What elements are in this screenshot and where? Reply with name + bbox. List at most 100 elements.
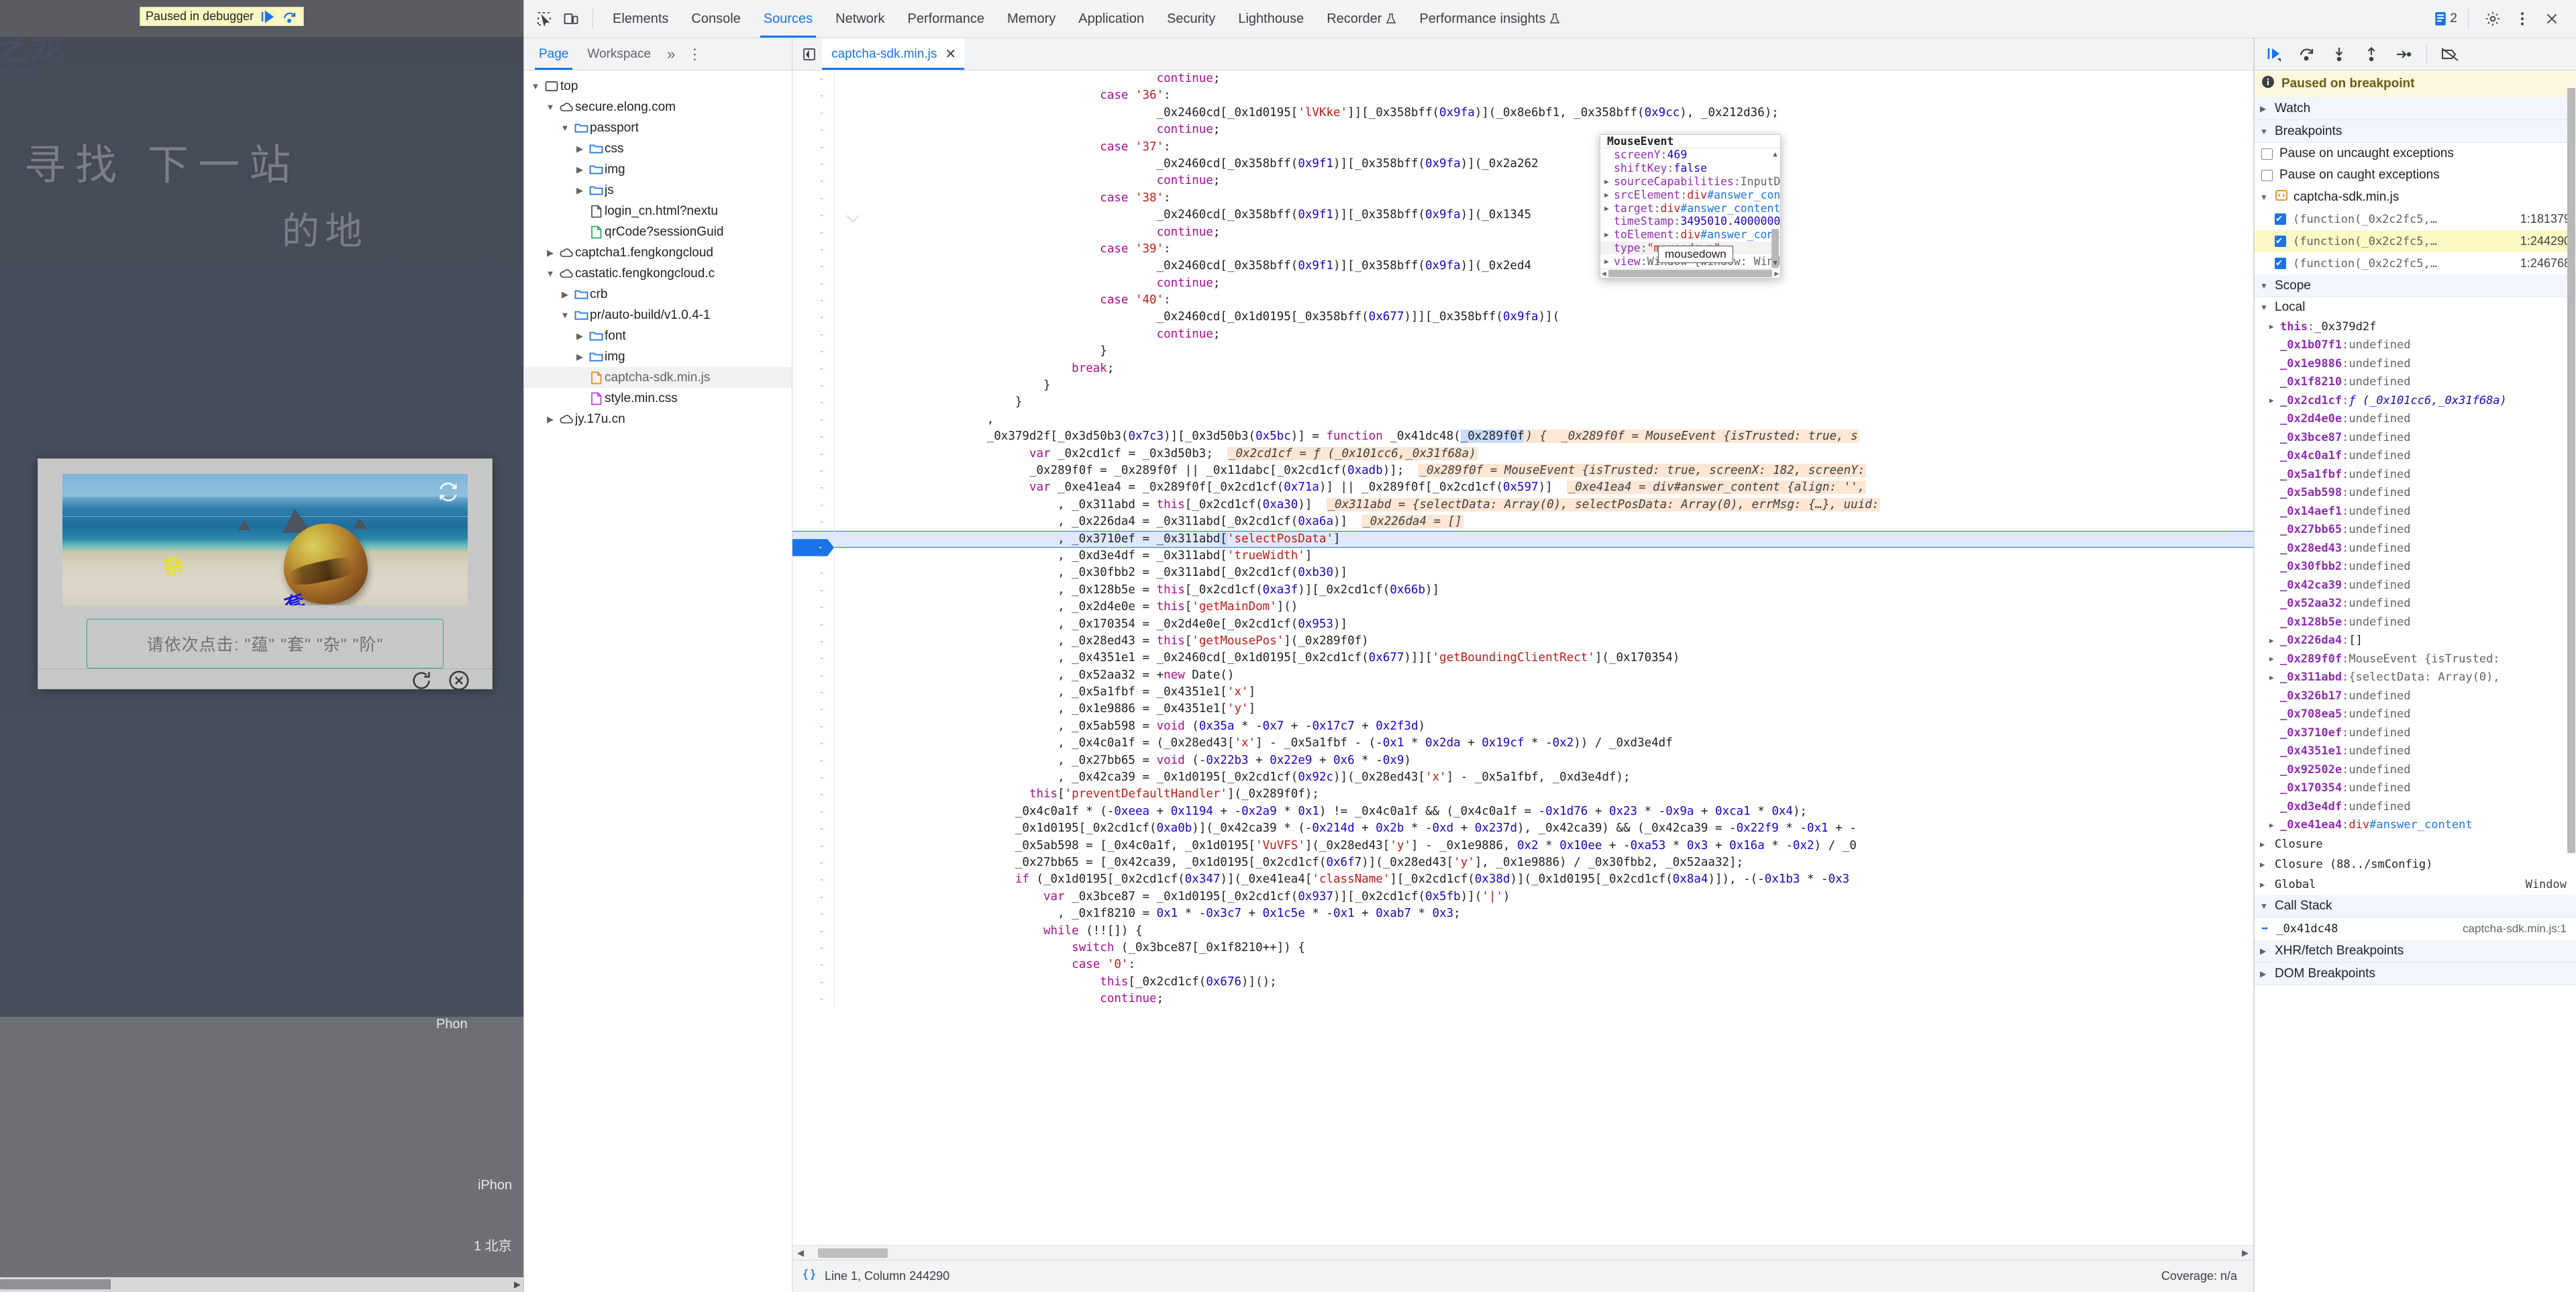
deactivate-breakpoints-icon[interactable] (2435, 41, 2465, 68)
code-line-text[interactable]: , _0xd3e4df = _0x311abd['trueWidth'] (834, 547, 2253, 565)
breakpoint-row[interactable]: (function(_0x2c2fc5,… 1:244290 (2255, 230, 2576, 252)
debugger-vertical-scrollbar[interactable] (2567, 88, 2575, 853)
code-line-text[interactable]: , _0x5ab598 = void (0x35a * -0x7 + -0x17… (834, 717, 2253, 736)
line-gutter[interactable]: - (792, 139, 834, 156)
chevron-right-icon[interactable]: ▶ (2260, 880, 2269, 889)
line-gutter[interactable]: - (792, 650, 834, 666)
line-gutter[interactable]: - (792, 701, 834, 717)
chevron-right-icon[interactable]: ▶ (558, 289, 572, 300)
expand-arrow-icon[interactable]: ▶ (2269, 821, 2280, 830)
code-line[interactable]: - _0x27bb65 = [_0x42ca39, _0x1d0195[_0x2… (792, 854, 2253, 872)
code-line-text[interactable]: , _0x4c0a1f = (_0x28ed43['x'] - _0x5a1fb… (834, 735, 2253, 752)
step-over-icon[interactable] (2292, 41, 2322, 68)
code-line[interactable]: - switch (_0x3bce87[_0x1f8210++]) { (792, 939, 2253, 957)
tree-item-secure-elong-com[interactable]: ▼ secure.elong.com (524, 97, 792, 117)
step-icon[interactable] (2389, 41, 2418, 68)
popover-vertical-scrollbar[interactable]: ▲ ▼ (1771, 150, 1779, 268)
line-gutter[interactable]: - (792, 803, 834, 820)
checkbox[interactable] (2275, 234, 2286, 247)
code-line[interactable]: - case '36': (792, 87, 2253, 105)
expand-arrow-icon[interactable]: ▶ (1604, 230, 1614, 239)
code-line[interactable]: - this['preventDefaultHandler'](_0x289f0… (792, 786, 2253, 803)
captcha-character[interactable]: 杂 (162, 553, 187, 580)
expand-arrow-icon[interactable]: ▶ (2269, 636, 2280, 645)
popover-property-row[interactable]: ▶srcElement: div#answer_content (1600, 188, 1780, 201)
tab-performance-insights[interactable]: Performance insights (1408, 0, 1572, 38)
expand-arrow-icon[interactable]: ▶ (1604, 177, 1614, 186)
scope-variable-row[interactable]: _0x42ca39: undefined (2255, 576, 2576, 595)
scope-variable-row[interactable]: _0xd3e4df: undefined (2255, 797, 2576, 816)
scope-variable-row[interactable]: _0x708ea5: undefined (2255, 705, 2576, 724)
tree-item-captcha1-fengkongcloud[interactable]: ▶ captcha1.fengkongcloud (524, 242, 792, 263)
code-line-text[interactable]: break; (834, 360, 2253, 378)
code-line-text[interactable]: continue; (834, 70, 2253, 88)
code-line-text[interactable]: } (834, 394, 2253, 411)
line-gutter[interactable]: - (792, 87, 834, 104)
chevron-right-icon[interactable]: ▶ (572, 352, 587, 362)
chevron-right-icon[interactable]: ▶ (2260, 840, 2269, 849)
checkbox[interactable] (2275, 212, 2286, 225)
code-line-text[interactable]: _0x5ab598 = [_0x4c0a1f, _0x1d0195['VuVFS… (834, 837, 2253, 854)
tab-recorder[interactable]: Recorder (1315, 0, 1408, 38)
line-gutter[interactable]: - (792, 360, 834, 377)
pause-option-row[interactable]: Pause on uncaught exceptions (2255, 143, 2576, 164)
code-line-text[interactable]: , _0x170354 = _0x2d4e0e[_0x2cd1cf(0x953)… (834, 615, 2253, 633)
code-line[interactable]: - _0x289f0f = _0x289f0f || _0x11dabc[_0x… (792, 462, 2253, 480)
code-line-text[interactable]: while (!![]) { (834, 922, 2253, 940)
line-gutter[interactable]: - (792, 326, 834, 343)
code-line[interactable]: - continue; (792, 70, 2253, 88)
page-scroll-thumb[interactable] (0, 1279, 111, 1289)
code-line-text[interactable]: _0x379d2f[_0x3d50b3(0x7c3)][_0x3d50b3(0x… (834, 428, 2253, 446)
tree-item-js[interactable]: ▶ js (524, 180, 792, 201)
expand-arrow-icon[interactable]: ▶ (1604, 204, 1614, 213)
line-gutter[interactable]: - (792, 258, 834, 275)
line-gutter[interactable]: - (792, 70, 834, 87)
code-line[interactable]: - continue; (792, 275, 2253, 293)
code-line[interactable]: - , _0x170354 = _0x2d4e0e[_0x2cd1cf(0x95… (792, 615, 2253, 633)
code-line-text[interactable]: this['preventDefaultHandler'](_0x289f0f)… (834, 786, 2253, 803)
checkbox[interactable] (2275, 256, 2286, 269)
code-line-text[interactable]: _0x27bb65 = [_0x42ca39, _0x1d0195[_0x2cd… (834, 854, 2253, 872)
code-line[interactable]: - , _0x4351e1 = _0x2460cd[_0x1d0195[_0x2… (792, 650, 2253, 667)
code-viewer[interactable]: - continue; - case '36': - _0x2460cd[_0x1d… (792, 70, 2253, 1245)
show-navigator-icon[interactable] (796, 42, 822, 67)
line-gutter[interactable]: - (792, 991, 834, 1007)
line-gutter[interactable]: - (792, 820, 834, 837)
refresh-icon[interactable] (437, 481, 460, 503)
code-line[interactable]: - var _0xe41ea4 = _0x289f0f[_0x2cd1cf(0x… (792, 479, 2253, 497)
expand-arrow-icon[interactable]: ▶ (2269, 396, 2280, 405)
tree-item-crb[interactable]: ▶ crb (524, 284, 792, 305)
scope-variable-row[interactable]: _0x52aa32: undefined (2255, 595, 2576, 613)
code-line[interactable]: - continue; (792, 326, 2253, 344)
step-out-icon[interactable] (2357, 41, 2386, 68)
code-line-text[interactable]: } (834, 343, 2253, 360)
line-gutter[interactable]: - (792, 718, 834, 735)
breakpoint-row[interactable]: (function(_0x2c2fc5,… 1:246768 (2255, 252, 2576, 275)
tab-elements[interactable]: Elements (601, 0, 680, 38)
line-gutter[interactable]: - (792, 923, 834, 940)
popover-property-row[interactable]: ▶sourceCapabilities: InputDeviceCapabili (1600, 175, 1780, 189)
code-line-text[interactable]: , _0x52aa32 = +new Date() (834, 666, 2253, 685)
code-line-text[interactable]: _0x2460cd[_0x358bff(0x9f1)][_0x358bff(0x… (834, 207, 2253, 224)
tab-console[interactable]: Console (680, 0, 752, 38)
chevron-right-icon[interactable]: ▶ (572, 144, 587, 154)
scope-variable-row[interactable]: _0x4351e1: undefined (2255, 742, 2576, 761)
code-line-text[interactable]: if (_0x1d0195[_0x2cd1cf(0x347)](_0xe41ea… (834, 871, 2253, 889)
code-line-text[interactable]: , _0x30fbb2 = _0x311abd[_0x2cd1cf(0xb30)… (834, 564, 2253, 582)
code-line-text[interactable]: _0x289f0f = _0x289f0f || _0x11dabc[_0x2c… (834, 462, 2253, 480)
editor-hscroll-thumb[interactable] (818, 1248, 888, 1258)
pause-option-row[interactable]: Pause on caught exceptions (2255, 164, 2576, 186)
code-line-text[interactable]: case '38': (834, 189, 2253, 207)
inspect-element-icon[interactable] (531, 5, 558, 32)
tree-item-login-cn-html-nextu[interactable]: login_cn.html?nextu (524, 201, 792, 221)
issues-counter[interactable]: 2 (2434, 11, 2457, 26)
line-gutter[interactable]: - (792, 190, 834, 207)
code-line[interactable]: - _0x1d0195[_0x2cd1cf(0xa0b)](_0x42ca39 … (792, 820, 2253, 838)
code-line-text[interactable]: _0x2460cd[_0x1d0195['lVKke']][_0x358bff(… (834, 104, 2253, 122)
source-code[interactable]: - continue; - case '36': - _0x2460cd[_0x1d… (792, 70, 2253, 1008)
code-line[interactable]: - break; (792, 360, 2253, 378)
scope-variable-row[interactable]: _0x28ed43: undefined (2255, 539, 2576, 558)
code-line[interactable]: - , _0x28ed43 = this['getMousePos'](_0x2… (792, 632, 2253, 650)
scope-variable-row[interactable]: ▶ _0x2cd1cf: ƒ (_0x101cc6,_0x31f68a) (2255, 391, 2576, 410)
code-line[interactable]: - _0x2460cd[_0x358bff(0x9f1)][_0x358bff(… (792, 258, 2253, 275)
